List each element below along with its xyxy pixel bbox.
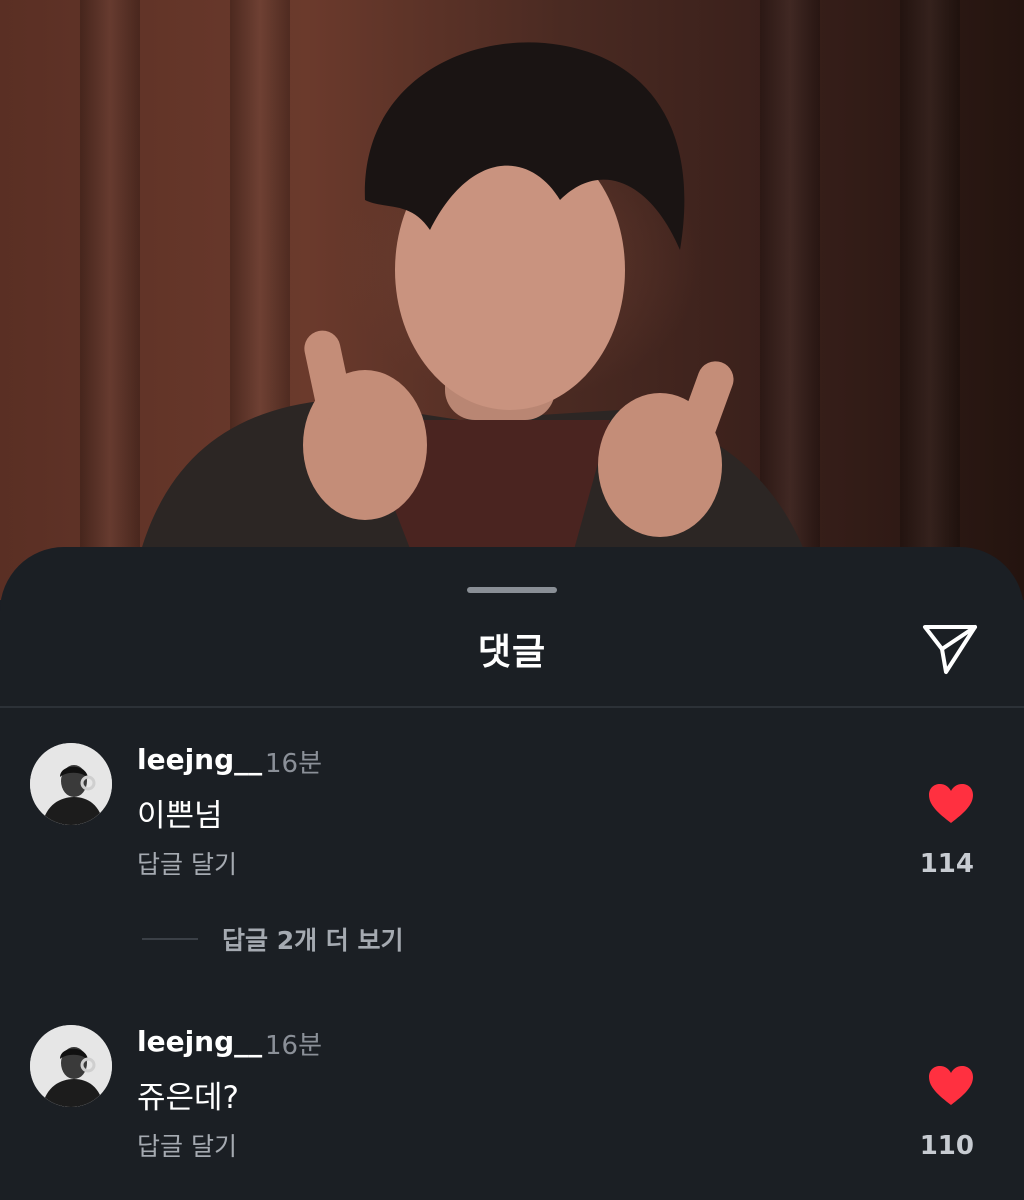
reply-button[interactable]: 답글 달기: [137, 845, 237, 881]
heart-icon: [929, 784, 973, 823]
comment-text: 이쁜넘: [137, 798, 223, 834]
sheet-title: 댓글: [477, 632, 547, 673]
share-button[interactable]: [918, 619, 982, 679]
comment-text: 쥬은데?: [137, 1080, 240, 1116]
avatar[interactable]: [30, 743, 112, 825]
sheet-grabber[interactable]: [467, 587, 557, 593]
username[interactable]: leejng__: [137, 743, 262, 776]
screen: 댓글 leejng__ 16분 이쁜넘 답글 달기 114 답글 2개 더 보기…: [0, 0, 1024, 1200]
timestamp: 16분: [265, 1031, 323, 1061]
view-more-replies-button[interactable]: 답글 2개 더 보기: [142, 923, 404, 955]
header-divider: [0, 706, 1024, 708]
paper-plane-icon: [923, 625, 977, 674]
username[interactable]: leejng__: [137, 1025, 262, 1058]
like-count: 114: [919, 849, 974, 879]
replies-divider-line: [142, 938, 198, 940]
like-button[interactable]: [928, 1065, 974, 1107]
heart-icon: [929, 1066, 973, 1105]
comment-item: leejng__ 16분 쥬은데? 답글 달기 110: [0, 1025, 1024, 1200]
view-more-replies-label: 답글 2개 더 보기: [222, 926, 404, 955]
like-count: 110: [919, 1131, 974, 1161]
comment-item: leejng__ 16분 이쁜넘 답글 달기 114: [0, 743, 1024, 943]
timestamp: 16분: [265, 749, 323, 779]
avatar[interactable]: [30, 1025, 112, 1107]
like-button[interactable]: [928, 783, 974, 825]
reply-button[interactable]: 답글 달기: [137, 1127, 237, 1163]
background-photo: [0, 0, 1024, 600]
